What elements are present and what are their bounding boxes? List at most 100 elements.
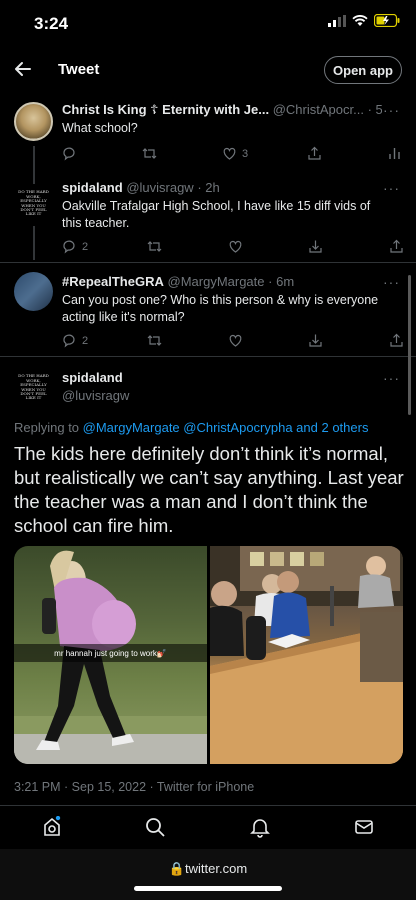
tweet-meta: Christ Is King ☦ Eternity with Je... @Ch… [62,102,382,118]
lock-icon: 🔒 [168,861,186,876]
avatar[interactable]: DO THE HARD WORK, ESPECIALLY WHEN YOU DO… [14,184,53,223]
reply-tweet-3[interactable]: #RepealTheGRA @MargyMargate · 6m ··· Can… [0,272,416,362]
open-app-button[interactable]: Open app [324,56,402,84]
scrollbar[interactable] [408,275,411,415]
avatar-caption-line: LIKE IT [25,211,42,217]
reply-icon [63,147,75,161]
image-caption: mr hannah just going to work💅🏻 [14,644,207,662]
reply-button[interactable]: 2 [62,239,88,254]
classroom-illustration [210,546,403,764]
avatar[interactable] [14,272,53,311]
display-name[interactable]: #RepealTheGRA [62,274,164,289]
main-tweet-author[interactable]: DO THE HARD WORK, ESPECIALLY WHEN YOU DO… [0,366,416,410]
more-options-icon[interactable]: ··· [383,274,400,290]
tweet-text: Can you post one? Who is this person & w… [62,293,379,324]
main-tweet-text: The kids here definitely don’t think it’… [14,443,404,536]
search-icon[interactable] [144,816,166,838]
status-time: 3:24 [34,14,69,33]
tweet-actions: 2 [62,333,403,351]
tweet-text: Oakville Trafalgar High School, I have l… [62,199,371,230]
signal-icon [328,14,346,27]
thread-line [33,226,35,260]
bottom-tab-bar [0,805,416,849]
reply-button[interactable]: 2 [62,333,88,348]
share-down-icon [309,334,322,347]
share-button-alt[interactable] [389,239,404,254]
like-button[interactable] [228,333,243,348]
battery-charging-icon [374,14,400,27]
reply-tweet-1[interactable]: Christ Is King ☦ Eternity with Je... @Ch… [0,100,416,182]
dot-separator: · [268,274,273,289]
avatar[interactable] [14,102,53,141]
home-icon[interactable] [41,816,63,838]
heart-icon [223,147,236,160]
share-button[interactable] [307,146,322,161]
divider [0,356,416,357]
tweet-time: 5h [375,102,382,117]
analytics-button[interactable] [387,146,402,161]
retweet-icon [147,335,162,346]
more-options-icon[interactable]: ··· [383,102,400,118]
home-indicator[interactable] [134,886,282,891]
share-icon [390,239,403,253]
messages-icon[interactable] [353,816,375,838]
tweet-time: 6m [276,274,295,289]
display-name[interactable]: spidaland [62,180,123,195]
tweet-actions: 2 [62,239,403,257]
avatar-caption-line: LIKE IT [25,395,42,401]
tweet-actions: 3 [62,146,400,164]
tweet-text: What school? [62,121,138,135]
browser-url-bar[interactable]: 🔒twitter.com [0,849,416,900]
like-button[interactable]: 3 [222,146,248,161]
media-photo-1[interactable]: mr hannah just going to work💅🏻 [14,546,207,764]
heart-icon [229,334,242,347]
retweet-button[interactable] [142,146,157,161]
notifications-icon[interactable] [249,816,271,838]
tweet-header: Tweet Open app [0,52,416,88]
tweet-media[interactable]: mr hannah just going to work💅🏻 [14,546,403,764]
retweet-button[interactable] [147,239,162,254]
page-title: Tweet [58,61,100,78]
handle: @MargyMargate [167,274,265,289]
wifi-icon [352,14,368,26]
more-options-icon[interactable]: ··· [383,180,400,196]
divider [0,262,416,263]
reply-tweet-2[interactable]: DO THE HARD WORK, ESPECIALLY WHEN YOU DO… [0,180,416,260]
share-button[interactable] [308,333,323,348]
like-button[interactable] [228,239,243,254]
retweet-button[interactable] [147,333,162,348]
avatar[interactable]: DO THE HARD WORK, ESPECIALLY WHEN YOU DO… [14,368,53,407]
replying-to-label: Replying to [14,420,83,435]
handle: @ChristApocr... [272,102,364,117]
retweet-icon [142,148,157,159]
display-name[interactable]: Christ Is King ☦ Eternity with Je... [62,102,269,117]
url-text: twitter.com [185,861,248,876]
url-display[interactable]: 🔒twitter.com [0,861,416,877]
like-count: 3 [242,147,249,160]
share-button[interactable] [308,239,323,254]
tweet-meta: #RepealTheGRA @MargyMargate · 6m [62,274,382,289]
share-icon [308,146,321,160]
reply-count: 2 [82,334,89,347]
heart-icon [229,240,242,253]
status-icons [328,14,400,27]
reply-count: 2 [82,240,89,253]
back-arrow-icon[interactable] [10,56,36,82]
share-icon [390,333,403,347]
status-bar: 3:24 [0,0,416,48]
reply-icon [63,240,75,254]
tweet-meta: spidaland @luvisragw · 2h [62,180,382,195]
share-down-icon [309,240,322,253]
thread-line [33,146,35,182]
dot-separator: · [367,102,372,117]
share-button-alt[interactable] [389,333,404,348]
media-photo-2[interactable] [210,546,403,764]
tweet-time: 2h [205,180,220,195]
display-name[interactable]: spidaland [62,370,382,385]
more-options-icon[interactable]: ··· [383,370,400,386]
replying-to-links[interactable]: @MargyMargate @ChristApocrypha and 2 oth… [83,420,369,435]
reply-button[interactable] [62,146,82,161]
replying-to: Replying to @MargyMargate @ChristApocryp… [14,420,368,435]
dot-separator: · [197,180,202,195]
handle: @luvisragw [62,388,130,403]
